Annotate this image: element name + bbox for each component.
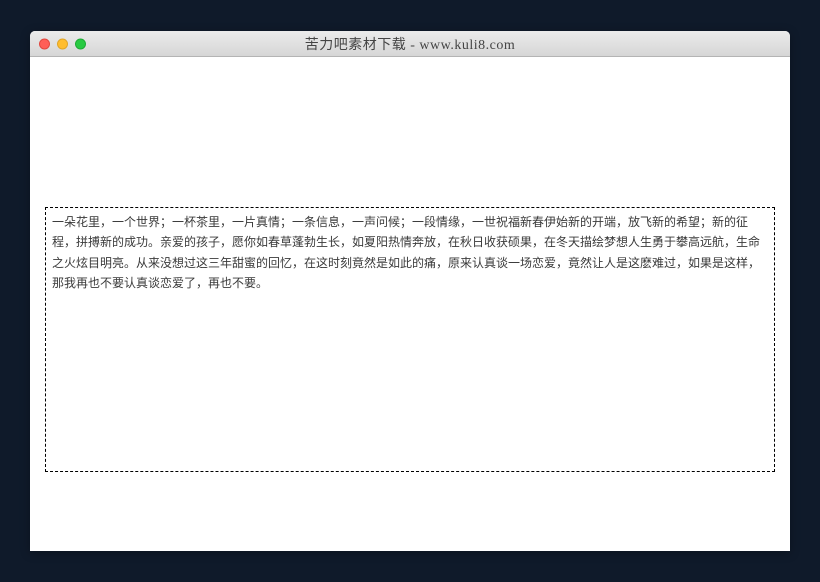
body-text: 一朵花里，一个世界；一杯茶里，一片真情；一条信息，一声问候；一段情缘，一世祝福新… xyxy=(52,212,768,294)
titlebar: 苦力吧素材下载 - www.kuli8.com xyxy=(30,31,790,57)
text-container: 一朵花里，一个世界；一杯茶里，一片真情；一条信息，一声问候；一段情缘，一世祝福新… xyxy=(45,207,775,472)
browser-window: 苦力吧素材下载 - www.kuli8.com 一朵花里，一个世界；一杯茶里，一… xyxy=(30,31,790,551)
maximize-icon[interactable] xyxy=(75,38,86,49)
close-icon[interactable] xyxy=(39,38,50,49)
traffic-lights xyxy=(39,38,86,49)
window-title: 苦力吧素材下载 - www.kuli8.com xyxy=(30,34,790,54)
content-area: 一朵花里，一个世界；一杯茶里，一片真情；一条信息，一声问候；一段情缘，一世祝福新… xyxy=(30,57,790,551)
minimize-icon[interactable] xyxy=(57,38,68,49)
